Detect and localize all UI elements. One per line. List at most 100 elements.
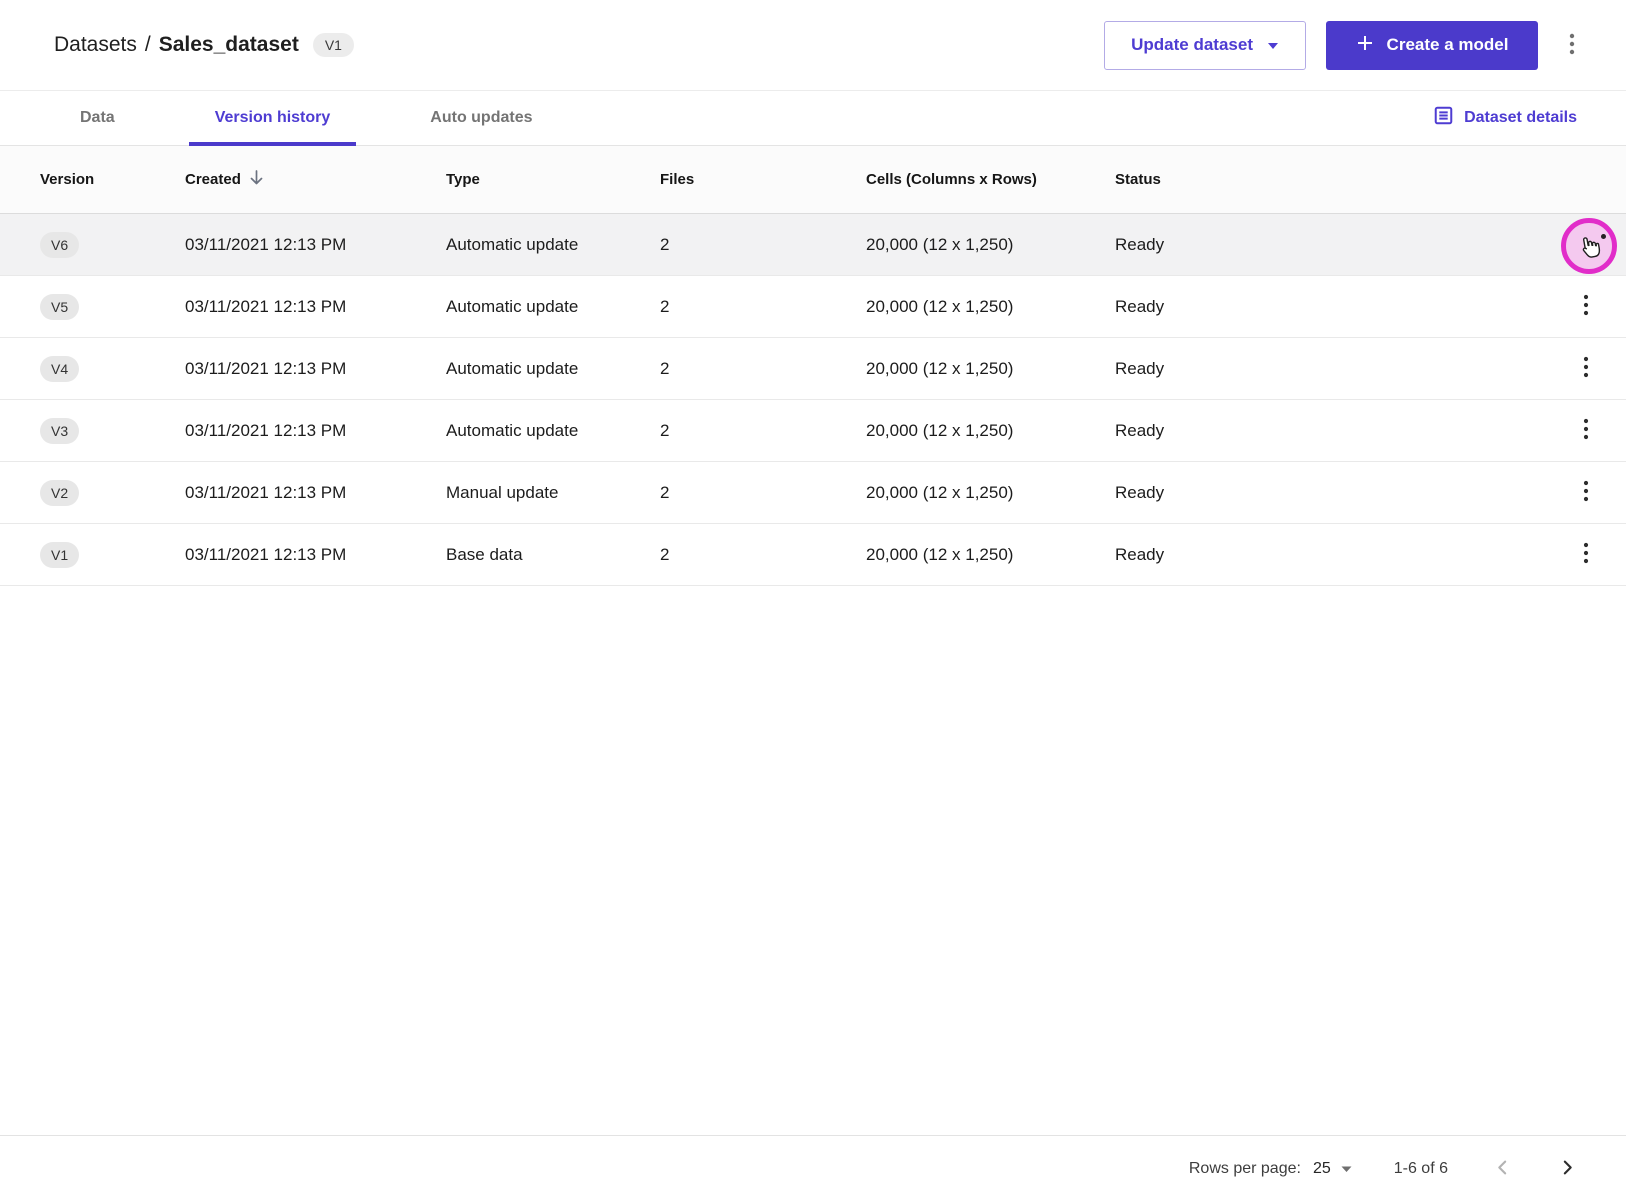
column-header-files[interactable]: Files [660, 171, 866, 188]
files-cell: 2 [660, 235, 866, 255]
next-page-button[interactable] [1555, 1155, 1580, 1183]
document-lines-icon [1433, 105, 1454, 131]
version-cell: V5 [0, 294, 185, 320]
tab-auto-updates[interactable]: Auto updates [404, 91, 558, 145]
column-header-type-label: Type [446, 171, 480, 188]
breadcrumb-datasets-link[interactable]: Datasets [54, 33, 137, 57]
page-overflow-menu-button[interactable] [1558, 25, 1586, 66]
version-cell: V2 [0, 480, 185, 506]
column-header-files-label: Files [660, 171, 694, 188]
version-badge: V3 [40, 418, 79, 444]
column-header-created-label: Created [185, 171, 241, 188]
type-cell: Automatic update [446, 235, 660, 255]
table-header-row: Version Created Type Files Cells (Column… [0, 146, 1626, 214]
version-badge: V5 [40, 294, 79, 320]
chevron-down-icon [1267, 35, 1279, 55]
rows-per-page-label: Rows per page: [1189, 1160, 1301, 1178]
page-title-dataset-name: Sales_dataset [159, 33, 299, 57]
row-actions-menu-button[interactable] [1572, 473, 1600, 512]
kebab-vertical-icon [1578, 417, 1594, 444]
status-cell: Ready [1115, 359, 1546, 379]
cells-cell: 20,000 (12 x 1,250) [866, 545, 1115, 565]
rows-per-page-select[interactable]: 25 [1313, 1160, 1352, 1178]
version-badge: V4 [40, 356, 79, 382]
pagination-range: 1-6 of 6 [1394, 1160, 1448, 1178]
row-actions-menu-button[interactable] [1572, 535, 1600, 574]
tab-list: Data Version history Auto updates [54, 91, 559, 145]
breadcrumb: Datasets / Sales_dataset V1 [54, 33, 354, 57]
status-cell: Ready [1115, 421, 1546, 441]
table-row-v2: V203/11/2021 12:13 PMManual update220,00… [0, 462, 1626, 524]
tab-version-history[interactable]: Version history [189, 91, 357, 145]
update-dataset-button[interactable]: Update dataset [1104, 21, 1306, 70]
dataset-details-link[interactable]: Dataset details [1433, 91, 1577, 145]
chevron-right-icon [1559, 1159, 1576, 1179]
kebab-vertical-icon [1578, 541, 1594, 568]
table-row-v3: V3 03/11/2021 12:13 PMAutomatic update220… [0, 400, 1626, 462]
actions-cell [1546, 535, 1626, 574]
create-model-button[interactable]: Create a model [1326, 21, 1538, 70]
pager-controls [1490, 1155, 1580, 1183]
created-cell: 03/11/2021 12:13 PM [185, 545, 446, 565]
version-badge: V1 [40, 542, 79, 568]
cells-cell: 20,000 (12 x 1,250) [866, 359, 1115, 379]
type-cell: Automatic update [446, 421, 660, 441]
version-cell: V6 [0, 232, 185, 258]
version-cell: V3 [0, 418, 185, 444]
version-cell: V1 [0, 542, 185, 568]
table-row-v1: V103/11/2021 12:13 PMBase data220,000 (1… [0, 524, 1626, 586]
column-header-version-label: Version [40, 171, 94, 188]
type-cell: Base data [446, 545, 660, 565]
created-cell: 03/11/2021 12:13 PM [185, 297, 446, 317]
files-cell: 2 [660, 359, 866, 379]
dataset-page: Datasets / Sales_dataset V1 Update datas… [0, 0, 1626, 1202]
plus-icon [1356, 34, 1374, 57]
actions-cell [1546, 349, 1626, 388]
cells-cell: 20,000 (12 x 1,250) [866, 235, 1115, 255]
version-badge: V2 [40, 480, 79, 506]
files-cell: 2 [660, 483, 866, 503]
dataset-version-badge: V1 [313, 33, 354, 57]
column-header-cells[interactable]: Cells (Columns x Rows) [866, 171, 1115, 188]
cells-cell: 20,000 (12 x 1,250) [866, 297, 1115, 317]
column-header-cells-label: Cells (Columns x Rows) [866, 171, 1037, 188]
files-cell: 2 [660, 297, 866, 317]
sort-arrow-down-icon [249, 169, 264, 190]
row-actions-menu-button[interactable] [1572, 349, 1600, 388]
column-header-created[interactable]: Created [185, 169, 446, 190]
previous-page-button[interactable] [1490, 1155, 1515, 1183]
column-header-type[interactable]: Type [446, 171, 660, 188]
column-header-status[interactable]: Status [1115, 171, 1546, 188]
status-cell: Ready [1115, 297, 1546, 317]
row-actions-menu-button[interactable] [1572, 287, 1600, 326]
status-cell: Ready [1115, 483, 1546, 503]
table-row-v4: V403/11/2021 12:13 PMAutomatic update220… [0, 338, 1626, 400]
cells-cell: 20,000 (12 x 1,250) [866, 421, 1115, 441]
tabs-bar: Data Version history Auto updates Dataset … [0, 91, 1626, 146]
row-actions-menu-button[interactable] [1572, 411, 1600, 450]
column-header-version[interactable]: Version [0, 171, 185, 188]
kebab-vertical-icon [1578, 293, 1594, 320]
actions-cell [1546, 287, 1626, 326]
version-badge: V6 [40, 232, 79, 258]
cells-cell: 20,000 (12 x 1,250) [866, 483, 1115, 503]
actions-cell [1546, 473, 1626, 512]
created-cell: 03/11/2021 12:13 PM [185, 421, 446, 441]
kebab-vertical-icon [1564, 31, 1580, 60]
table-row-v6: V603/11/2021 12:13 PMAutomatic update220… [0, 214, 1626, 276]
kebab-vertical-icon [1578, 479, 1594, 506]
top-bar-actions: Update dataset Create a model [1104, 21, 1586, 70]
top-bar: Datasets / Sales_dataset V1 Update datas… [0, 0, 1626, 91]
rows-per-page-value: 25 [1313, 1160, 1331, 1178]
files-cell: 2 [660, 421, 866, 441]
kebab-vertical-icon [1578, 355, 1594, 382]
click-highlight-circle [1561, 218, 1617, 274]
column-header-status-label: Status [1115, 171, 1161, 188]
dataset-details-link-label: Dataset details [1464, 109, 1577, 127]
tab-data[interactable]: Data [54, 91, 141, 145]
version-cell: V4 [0, 356, 185, 382]
table-row-v5: V503/11/2021 12:13 PMAutomatic update220… [0, 276, 1626, 338]
actions-cell [1546, 411, 1626, 450]
created-cell: 03/11/2021 12:13 PM [185, 483, 446, 503]
chevron-left-icon [1494, 1159, 1511, 1179]
